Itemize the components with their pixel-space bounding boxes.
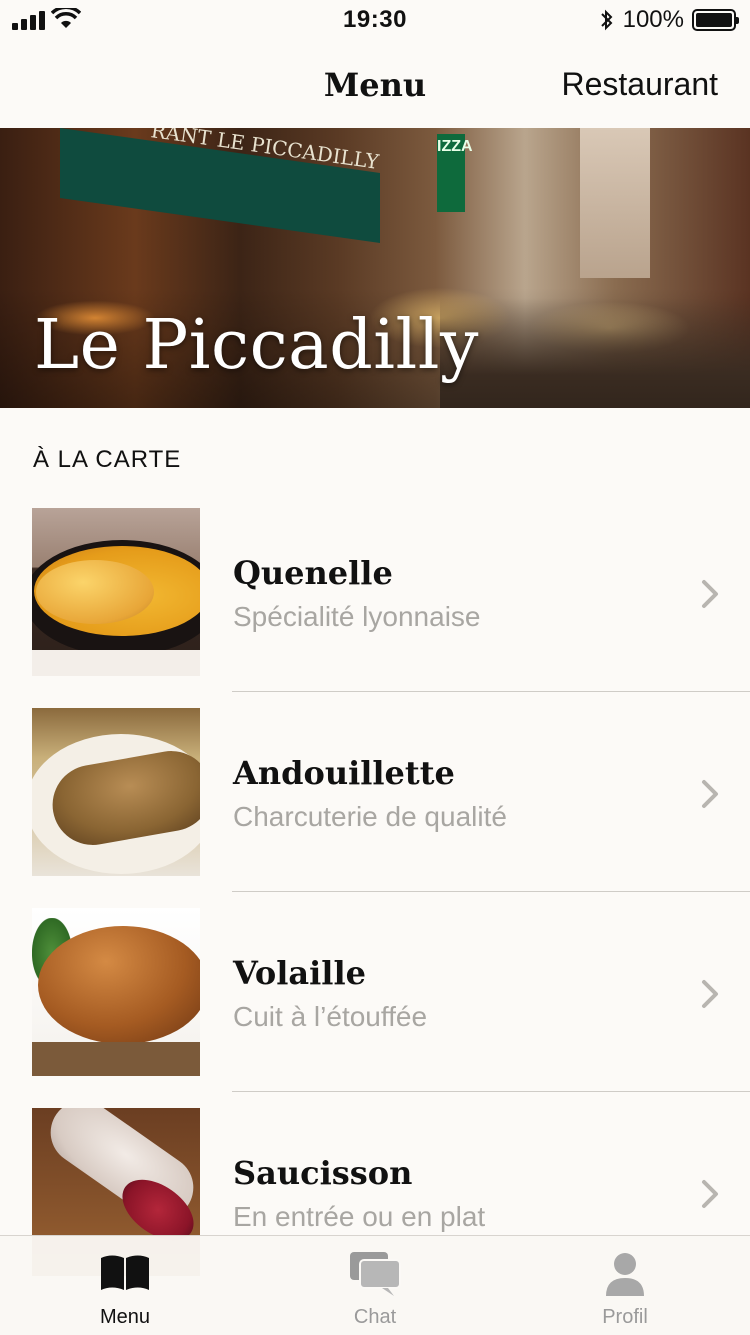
separator	[232, 691, 750, 692]
list-item-quenelle[interactable]: Quenelle Spécialité lyonnaise	[0, 508, 750, 708]
tab-profil[interactable]: Profil	[500, 1236, 750, 1335]
person-icon	[606, 1253, 644, 1296]
andouillette-thumbnail	[32, 708, 200, 876]
list-item-volaille[interactable]: Volaille Cuit à l’étouffée	[0, 908, 750, 1108]
hero-neon-sign: IZZA	[437, 134, 473, 212]
chevron-right-icon	[702, 580, 718, 608]
restaurant-title: Le Piccadilly	[34, 306, 479, 385]
tab-label: Profil	[602, 1306, 648, 1328]
volaille-thumbnail	[32, 908, 200, 1076]
hero-building	[580, 128, 650, 278]
item-subtitle: Cuit à l’étouffée	[233, 1001, 428, 1032]
battery-percent: 100%	[622, 6, 684, 33]
item-title: Andouillette	[233, 754, 455, 792]
item-subtitle: Charcuterie de qualité	[233, 801, 507, 832]
status-bar: 19:30 100%	[0, 0, 750, 40]
chevron-right-icon	[702, 1180, 718, 1208]
item-title: Volaille	[233, 954, 366, 992]
item-subtitle: Spécialité lyonnaise	[233, 601, 481, 632]
battery-icon	[692, 9, 739, 31]
book-icon	[101, 1255, 149, 1290]
hero-image: RANT LE PICCADILLY IZZA Le Piccadilly	[0, 128, 750, 408]
chat-bubbles-icon	[350, 1252, 401, 1296]
menu-list: Quenelle Spécialité lyonnaise Andouillet…	[0, 508, 750, 1308]
tab-bar: Menu Chat Profil	[0, 1235, 750, 1335]
section-header: À LA CARTE	[33, 446, 182, 473]
chevron-right-icon	[702, 980, 718, 1008]
item-title: Saucisson	[233, 1154, 413, 1192]
bluetooth-icon	[600, 9, 613, 31]
restaurant-button[interactable]: Restaurant	[561, 66, 718, 103]
tab-label: Chat	[353, 1306, 397, 1328]
item-subtitle: En entrée ou en plat	[233, 1201, 486, 1232]
tab-chat[interactable]: Chat	[250, 1236, 500, 1335]
separator	[232, 891, 750, 892]
separator	[232, 1091, 750, 1092]
item-title: Quenelle	[233, 554, 393, 592]
tab-menu[interactable]: Menu	[0, 1236, 250, 1335]
tab-label: Menu	[99, 1306, 151, 1328]
chevron-right-icon	[702, 780, 718, 808]
navigation-bar: Menu Restaurant	[0, 40, 750, 128]
quenelle-thumbnail	[32, 508, 200, 676]
list-item-andouillette[interactable]: Andouillette Charcuterie de qualité	[0, 708, 750, 908]
status-right: 100%	[599, 6, 739, 34]
